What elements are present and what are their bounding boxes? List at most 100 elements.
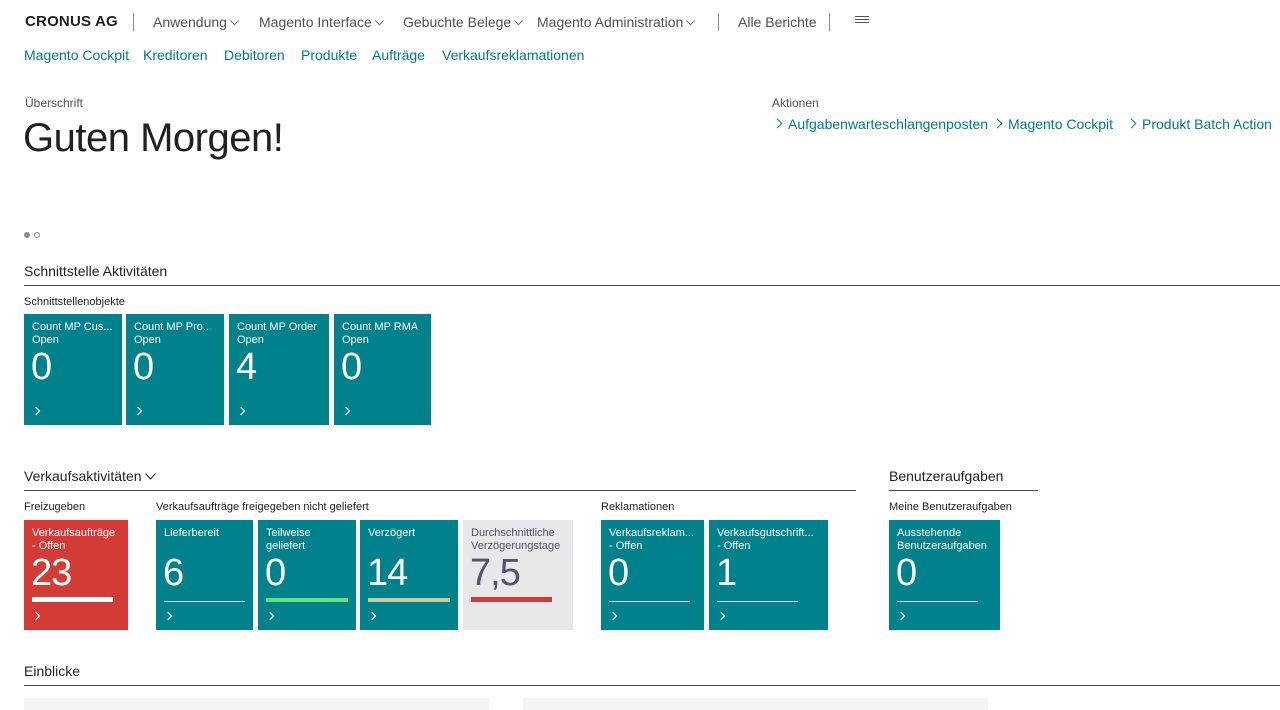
chevron-right-icon: [367, 611, 377, 621]
tile-indicator-line: [897, 601, 978, 602]
insights-section-title: Einblicke: [24, 663, 81, 679]
tile-label: Verkaufsgutschrift...: [717, 527, 814, 539]
tile-value: 0: [31, 346, 52, 388]
subnav-verkaufsreklamationen[interactable]: Verkaufsreklamationen: [442, 47, 584, 63]
tile-label: Count MP Cus...: [32, 321, 113, 333]
tile-label: Verkaufsreklam...: [609, 527, 694, 539]
chevron-right-icon: [992, 118, 1003, 129]
chevron-right-icon: [772, 118, 783, 129]
chevron-down-icon: [686, 20, 696, 26]
tile-label: Lieferbereit: [164, 527, 220, 539]
tile-value: 7,5: [470, 552, 521, 594]
section-divider: [24, 490, 856, 491]
carousel-dot[interactable]: [34, 232, 40, 238]
tile-count-mp-customer-open[interactable]: Count MP Cus... Open 0: [24, 314, 122, 425]
chevron-right-icon: [341, 406, 351, 416]
chevron-right-icon: [163, 611, 173, 621]
menu-label: Gebuchte Belege: [403, 14, 512, 30]
chevron-right-icon: [896, 611, 906, 621]
hamburger-menu-icon[interactable]: [855, 16, 869, 25]
action-label: Magento Cockpit: [1008, 116, 1114, 132]
tile-value: 23: [31, 552, 72, 594]
tile-indicator-bar: [471, 597, 552, 602]
insight-card: [24, 698, 489, 710]
interface-group-label: Schnittstellenobjekte: [24, 296, 125, 308]
tile-label: Count MP Pro...: [134, 321, 213, 333]
tile-value: 0: [133, 346, 154, 388]
chevron-down-icon: [144, 473, 156, 480]
headline-caption: Überschrift: [25, 96, 84, 110]
menu-label: Magento Interface: [259, 14, 372, 30]
sales-section-label: Verkaufsaktivitäten: [24, 468, 142, 484]
insight-card: [523, 698, 988, 710]
tile-label: Durchschnittliche: [471, 527, 555, 539]
group-reklamationen: Reklamationen: [601, 501, 675, 513]
tile-value: 14: [367, 552, 408, 594]
tile-partially-shipped[interactable]: Teilweise geliefert 0: [258, 520, 356, 630]
action-magento-cockpit[interactable]: Magento Cockpit: [992, 116, 1114, 132]
tile-indicator-bar: [266, 598, 348, 602]
action-label: Produkt Batch Action: [1142, 116, 1272, 132]
section-divider: [24, 285, 1280, 286]
group-released-not-shipped: Verkaufsaufträge freigegeben nicht gelie…: [156, 501, 369, 513]
tile-label: Verkaufsaufträge: [32, 527, 116, 539]
tile-indicator-line: [717, 601, 798, 602]
tile-value: 0: [265, 552, 286, 594]
tile-sales-returns-open[interactable]: Verkaufsreklam... - Offen 0: [601, 520, 704, 630]
menu-magento-administration[interactable]: Magento Administration: [537, 14, 696, 30]
header-divider: [829, 13, 830, 31]
menu-label: Magento Administration: [537, 14, 684, 30]
carousel-dot-active[interactable]: [24, 232, 30, 238]
subnav-debitoren[interactable]: Debitoren: [224, 47, 285, 63]
greeting-title: Guten Morgen!: [23, 116, 284, 160]
chevron-right-icon: [133, 406, 143, 416]
sales-section-title[interactable]: Verkaufsaktivitäten: [24, 468, 156, 484]
chevron-down-icon: [514, 20, 524, 26]
tile-indicator-line: [164, 601, 245, 602]
tile-value: 4: [236, 346, 257, 388]
tile-label: Verzögert: [368, 527, 416, 539]
tile-indicator-bar: [368, 598, 450, 602]
menu-label: Anwendung: [153, 14, 227, 30]
user-tasks-group-label: Meine Benutzeraufgaben: [889, 501, 1012, 513]
subnav-kreditoren[interactable]: Kreditoren: [143, 47, 208, 63]
menu-anwendung[interactable]: Anwendung: [153, 14, 239, 30]
chevron-down-icon: [230, 20, 239, 26]
tile-label: Teilweise: [266, 527, 311, 539]
header-divider: [133, 13, 134, 31]
header-divider: [718, 13, 719, 31]
group-freizugeben: Freizugeben: [24, 501, 86, 513]
tile-delayed[interactable]: Verzögert 14: [360, 520, 458, 630]
tile-sales-credit-memos-open[interactable]: Verkaufsgutschrift... - Offen 1: [709, 520, 828, 630]
chevron-right-icon: [265, 611, 275, 621]
tile-ready-to-ship[interactable]: Lieferbereit 6: [156, 520, 253, 630]
tile-count-mp-rma-open[interactable]: Count MP RMA Open 0: [334, 314, 431, 425]
action-product-batch[interactable]: Produkt Batch Action: [1126, 116, 1272, 132]
menu-gebuchte-belege[interactable]: Gebuchte Belege: [403, 14, 524, 30]
chevron-right-icon: [31, 406, 41, 416]
tile-sales-orders-open[interactable]: Verkaufsaufträge - Offen 23: [24, 520, 128, 630]
tile-value: 0: [341, 346, 362, 388]
tile-value: 6: [163, 552, 184, 594]
tile-value: 0: [608, 552, 629, 594]
section-divider: [889, 490, 1038, 491]
tile-count-mp-order-open[interactable]: Count MP Order Open 4: [229, 314, 329, 425]
tile-label: Count MP Order: [237, 321, 317, 333]
subnav-auftraege[interactable]: Aufträge: [372, 47, 425, 63]
chevron-down-icon: [374, 20, 384, 26]
action-job-queue-entries[interactable]: Aufgabenwarteschlangenposten: [772, 116, 989, 132]
tile-indicator-line: [609, 601, 690, 602]
company-name[interactable]: CRONUS AG: [25, 13, 118, 30]
user-tasks-section-title: Benutzeraufgaben: [889, 468, 1004, 484]
tile-pending-user-tasks[interactable]: Ausstehende Benutzeraufgaben 0: [889, 520, 1000, 630]
menu-magento-interface[interactable]: Magento Interface: [259, 14, 384, 30]
tile-count-mp-product-open[interactable]: Count MP Pro... Open 0: [126, 314, 224, 425]
all-reports-link[interactable]: Alle Berichte: [738, 14, 817, 30]
tile-indicator-bar: [32, 597, 113, 602]
chevron-right-icon: [716, 611, 726, 621]
interface-section-title: Schnittstelle Aktivitäten: [24, 263, 168, 279]
subnav-magento-cockpit[interactable]: Magento Cockpit: [24, 47, 129, 63]
tile-label: Count MP RMA: [342, 321, 419, 333]
subnav-produkte[interactable]: Produkte: [301, 47, 357, 63]
action-label: Aufgabenwarteschlangenposten: [788, 116, 989, 132]
